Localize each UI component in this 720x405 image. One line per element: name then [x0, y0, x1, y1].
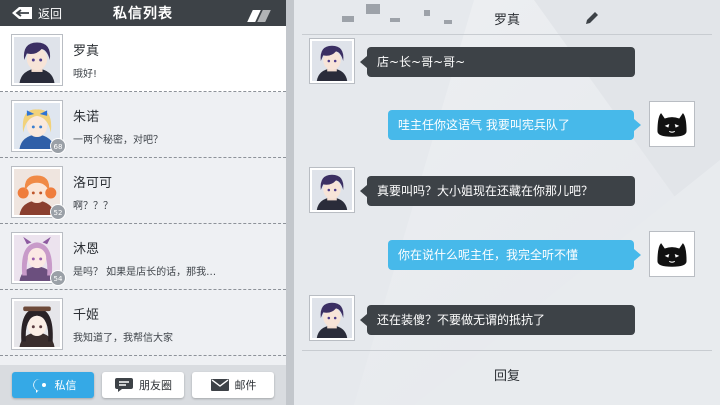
- contact-item-luokeke[interactable]: 52 洛可可 啊？？？: [0, 158, 286, 224]
- contact-avatar: [310, 39, 354, 83]
- level-badge: 54: [50, 270, 66, 286]
- contact-item-luozhen[interactable]: 罗真 哦好!: [0, 26, 295, 92]
- black-cat-icon: [650, 102, 694, 146]
- message-bubble-incoming: 店~长~哥~哥~: [360, 47, 635, 77]
- reply-bar: 回复: [302, 350, 712, 405]
- contact-preview: 我知道了，我帮信大家: [73, 333, 173, 344]
- avatar: [12, 299, 62, 349]
- message-bubble-outgoing: 你在说什么呢主任，我完全听不懂: [388, 240, 641, 270]
- header-divider: [302, 34, 712, 35]
- contact-name: 千姬: [73, 308, 100, 323]
- chat-panel: 罗真 店~长~哥~哥~ 哇主任你这语气 我要叫宪兵队了 真要叫吗？大小姐现在还藏…: [294, 0, 720, 405]
- bottom-tab-bar: 私信 朋友圈 邮件: [0, 365, 286, 405]
- black-cat-icon: [650, 232, 694, 276]
- speech-bubble-icon: [115, 378, 133, 392]
- panel-divider: [286, 0, 294, 405]
- chat-header: 罗真: [294, 0, 720, 36]
- message-bubble-incoming: 还在装傻？不要做无谓的抵抗了: [360, 305, 635, 335]
- message-bubble-outgoing: 哇主任你这语气 我要叫宪兵队了: [388, 110, 641, 140]
- message-bubble-incoming: 真要叫吗？大小姐现在还藏在你那儿吧？: [360, 176, 635, 206]
- page-title: 私信列表: [113, 6, 173, 22]
- contact-list: 罗真 哦好! 68 朱诺 一两个秘密，对吧？ 52 洛可可 啊？？？ 54 沐恩…: [0, 26, 295, 356]
- contact-preview: 哦好!: [73, 69, 98, 80]
- pencil-icon[interactable]: [584, 10, 600, 26]
- envelope-icon: [210, 379, 229, 391]
- contact-avatar: [310, 296, 354, 340]
- tab-label: 私信: [54, 379, 77, 392]
- contact-item-qianji[interactable]: 千姬 我知道了，我帮信大家: [0, 290, 286, 356]
- contact-preview: 是吗？ 如果是店长的话，那我…: [73, 267, 217, 278]
- chat-bubble-icon: [32, 378, 46, 393]
- contact-name: 洛可可: [73, 176, 113, 191]
- tab-label: 朋友圈: [139, 379, 172, 392]
- contact-preview: 啊？？？: [73, 201, 113, 212]
- chat-title: 罗真: [493, 13, 520, 28]
- avatar: [12, 35, 62, 85]
- contact-preview: 一两个秘密，对吧？: [73, 135, 163, 146]
- contact-item-muen[interactable]: 54 沐恩 是吗？ 如果是店长的话，那我…: [0, 224, 286, 290]
- list-header: 返回 私信列表: [0, 0, 286, 41]
- tab-mail[interactable]: 邮件: [192, 372, 274, 398]
- tab-label: 邮件: [234, 379, 257, 392]
- contact-name: 罗真: [73, 44, 100, 59]
- contact-avatar: [310, 168, 354, 212]
- level-badge: 68: [50, 138, 66, 154]
- tab-moments[interactable]: 朋友圈: [102, 372, 184, 398]
- contact-name: 沐恩: [73, 242, 100, 257]
- conversation-list-panel: 返回 私信列表 罗真 哦好! 68 朱诺 一两个秘密，对吧？ 52 洛可可 啊？…: [0, 0, 295, 405]
- reply-button[interactable]: 回复: [302, 365, 712, 384]
- contact-name: 朱诺: [73, 110, 100, 125]
- tab-messages[interactable]: 私信: [12, 372, 94, 398]
- level-badge: 52: [50, 204, 66, 220]
- contact-item-zhunuo[interactable]: 68 朱诺 一两个秘密，对吧？: [0, 92, 286, 158]
- header-decoration: [247, 7, 274, 41]
